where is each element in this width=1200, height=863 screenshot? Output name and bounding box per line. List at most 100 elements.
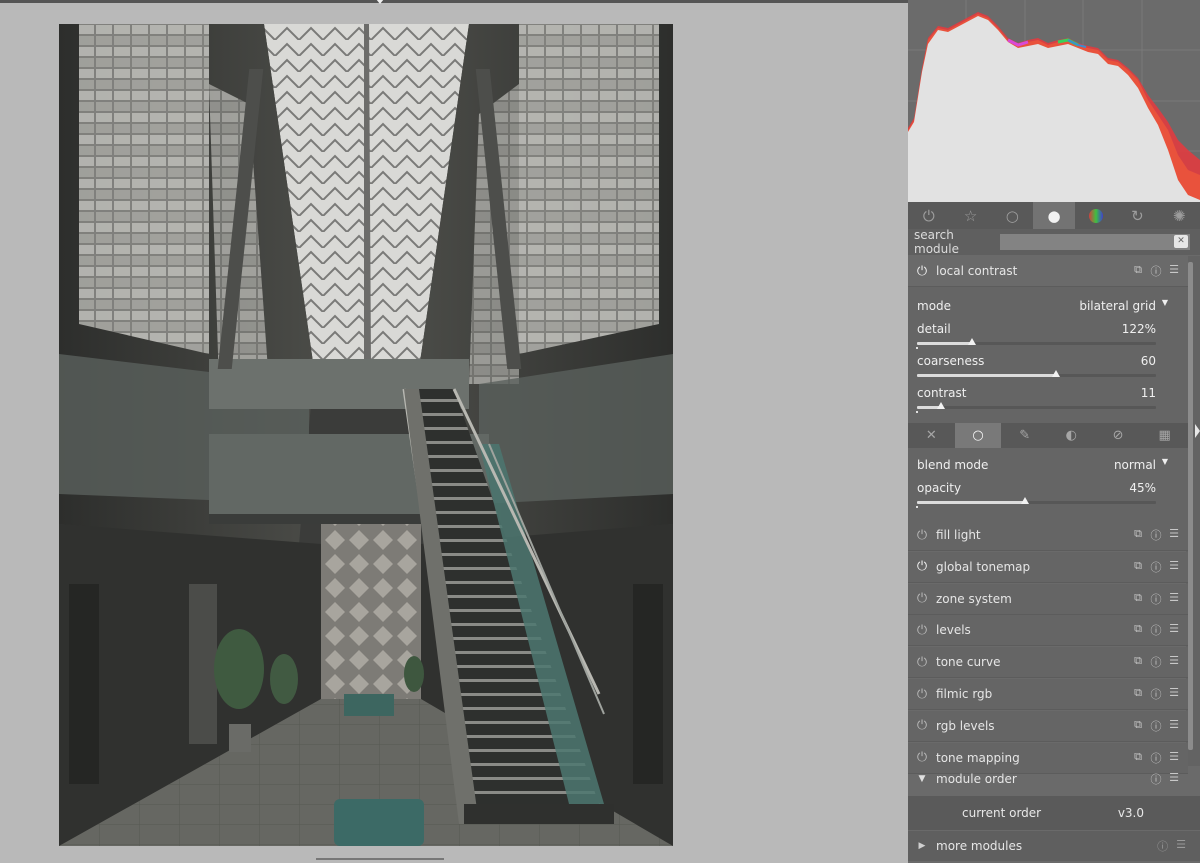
module-power-icon[interactable]: ⏻ [908, 264, 936, 279]
blend-mode-combobox[interactable]: blend mode normal ▼ [917, 457, 1168, 472]
instance-icon[interactable]: ⧉ [1132, 718, 1144, 734]
reset-icon[interactable]: ⓘ [1150, 527, 1162, 543]
expand-arrow-icon[interactable]: ▼ [908, 774, 936, 784]
module-order-header[interactable]: ▼ module order ⓘ ☰ [908, 766, 1188, 792]
correct-icon[interactable]: ↻ [1117, 202, 1159, 229]
module-name: zone system [936, 591, 1012, 606]
mode-combobox[interactable]: mode bilateral grid ▼ [917, 298, 1168, 313]
module-power-icon[interactable]: ⏻ [908, 591, 936, 606]
detail-slider[interactable] [917, 338, 1156, 345]
detail-tick [916, 347, 918, 349]
current-order-row: current order v3.0 [908, 796, 1200, 830]
instance-icon[interactable]: ⧉ [1132, 559, 1144, 575]
reset-icon[interactable]: ⓘ [1150, 559, 1162, 575]
reset-icon[interactable]: ⓘ [1150, 263, 1162, 279]
blend-mode-value: normal [1113, 458, 1156, 472]
presets-icon[interactable]: ☰ [1168, 771, 1180, 787]
histogram[interactable] [908, 0, 1200, 202]
drawn-parametric-mask-icon[interactable]: ⊘ [1095, 423, 1142, 448]
module-name: tone curve [936, 655, 1001, 670]
contrast-slider-handle[interactable] [936, 402, 945, 409]
reset-icon[interactable]: ⓘ [1150, 654, 1162, 670]
opacity-slider-handle[interactable] [1020, 497, 1029, 504]
instance-icon[interactable]: ⧉ [1132, 622, 1144, 638]
instance-icon[interactable]: ⧉ [1132, 527, 1144, 543]
module-power-icon[interactable]: ⏻ [908, 623, 936, 638]
raster-mask-icon[interactable]: ▦ [1141, 423, 1188, 448]
reset-icon[interactable]: ⓘ [1150, 750, 1162, 766]
coarseness-slider-handle[interactable] [1051, 370, 1060, 377]
instance-icon[interactable]: ⧉ [1132, 654, 1144, 670]
blend-off-icon[interactable]: ✕ [908, 423, 955, 448]
opacity-value: 45% [1129, 481, 1156, 495]
module-header[interactable]: ⏻ rgb levels ⧉ ⓘ ☰ [908, 710, 1188, 742]
search-module-input[interactable] [1000, 234, 1190, 250]
reset-icon[interactable]: ⓘ [1157, 838, 1168, 854]
reset-icon[interactable]: ⓘ [1150, 686, 1162, 702]
module-name: filmic rgb [936, 687, 993, 701]
module-header[interactable]: ⏻ levels ⧉ ⓘ ☰ [908, 615, 1188, 647]
module-name: global tonemap [936, 559, 1031, 574]
module-power-icon[interactable]: ⏻ [908, 559, 936, 574]
presets-icon[interactable]: ☰ [1176, 838, 1186, 854]
presets-icon[interactable]: ☰ [1168, 263, 1180, 279]
star-icon[interactable]: ☆ [950, 202, 992, 229]
module-power-icon[interactable]: ⏻ [908, 750, 936, 765]
more-modules-header[interactable]: ▶ more modules ⓘ ☰ [908, 831, 1200, 861]
top-panel-toggle-icon[interactable] [376, 0, 384, 4]
parametric-mask-icon[interactable]: ◐ [1048, 423, 1095, 448]
reset-icon[interactable]: ⓘ [1150, 622, 1162, 638]
presets-icon[interactable]: ☰ [1168, 559, 1180, 575]
module-power-icon[interactable]: ⏻ [908, 528, 936, 543]
clear-search-icon[interactable]: ✕ [1174, 235, 1188, 248]
local-contrast-header[interactable]: ⏻ local contrast ⧉ ⓘ ☰ [908, 256, 1188, 287]
circle-icon[interactable]: ○ [991, 202, 1033, 229]
presets-icon[interactable]: ☰ [1168, 622, 1180, 638]
center-view [0, 3, 908, 863]
reset-icon[interactable]: ⓘ [1150, 718, 1162, 734]
panel-scrollbar[interactable] [1188, 262, 1193, 750]
coarseness-slider[interactable] [917, 370, 1156, 377]
instance-icon[interactable]: ⧉ [1132, 686, 1144, 702]
module-header[interactable]: ⏻ zone system ⧉ ⓘ ☰ [908, 583, 1188, 615]
module-power-icon[interactable]: ⏻ [908, 687, 936, 702]
reset-icon[interactable]: ⓘ [1150, 771, 1162, 787]
presets-icon[interactable]: ☰ [1168, 654, 1180, 670]
module-power-icon[interactable]: ⏻ [908, 718, 936, 733]
presets-icon[interactable]: ☰ [1168, 527, 1180, 543]
effect-icon[interactable]: ✺ [1158, 202, 1200, 229]
filmstrip-handle[interactable] [316, 858, 444, 860]
color-circle-icon[interactable] [1075, 202, 1117, 229]
module-header[interactable]: ⏻ global tonemap ⧉ ⓘ ☰ [908, 551, 1188, 583]
tone-circle-icon[interactable]: ● [1033, 202, 1075, 229]
power-icon[interactable]: ⏻ [908, 202, 950, 229]
instance-icon[interactable]: ⧉ [1132, 591, 1144, 607]
presets-icon[interactable]: ☰ [1168, 718, 1180, 734]
instance-icon[interactable]: ⧉ [1132, 750, 1144, 766]
module-header[interactable]: ⏻ filmic rgb ⧉ ⓘ ☰ [908, 679, 1188, 710]
reset-icon[interactable]: ⓘ [1150, 591, 1162, 607]
dropdown-arrow-icon: ▼ [1161, 298, 1168, 307]
opacity-slider[interactable] [917, 497, 1156, 504]
opacity-slider-fill [917, 501, 1025, 504]
coarseness-slider-fill [917, 374, 1056, 377]
blend-uniform-icon[interactable]: ○ [954, 423, 1002, 448]
right-panel: ⏻ ☆ ○ ● ↻ ✺ search module ✕ ⏻ local cont… [908, 0, 1200, 863]
presets-icon[interactable]: ☰ [1168, 750, 1180, 766]
photo-preview[interactable] [59, 24, 673, 846]
presets-icon[interactable]: ☰ [1168, 591, 1180, 607]
contrast-tick [916, 411, 918, 413]
drawn-mask-icon[interactable]: ✎ [1001, 423, 1048, 448]
contrast-slider-row: contrast 11 [917, 386, 1156, 400]
right-panel-toggle-icon[interactable] [1195, 424, 1200, 438]
instance-icon[interactable]: ⧉ [1132, 263, 1144, 279]
collapse-arrow-icon[interactable]: ▶ [908, 841, 936, 851]
coarseness-slider-row: coarseness 60 [917, 354, 1156, 368]
module-name: fill light [936, 528, 981, 542]
contrast-slider[interactable] [917, 402, 1156, 409]
module-header[interactable]: ⏻ fill light ⧉ ⓘ ☰ [908, 520, 1188, 551]
detail-slider-handle[interactable] [967, 338, 976, 345]
presets-icon[interactable]: ☰ [1168, 686, 1180, 702]
module-header[interactable]: ⏻ tone curve ⧉ ⓘ ☰ [908, 647, 1188, 679]
module-power-icon[interactable]: ⏻ [908, 655, 936, 670]
